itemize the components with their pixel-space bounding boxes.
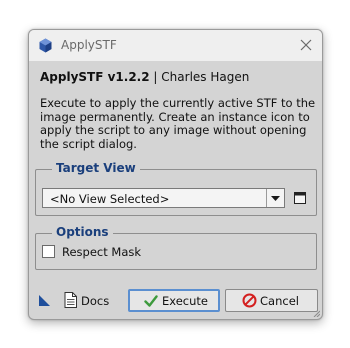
view-selector-value: <No View Selected>	[50, 192, 170, 206]
title-bar[interactable]: ApplySTF	[29, 30, 322, 61]
close-icon[interactable]	[298, 37, 314, 53]
pixinsight-logo-icon	[39, 38, 52, 53]
cancel-circle-icon	[242, 293, 257, 308]
docs-label: Docs	[81, 294, 110, 308]
applystf-dialog: ApplySTF ApplySTF v1.2.2 | Charles Hagen…	[28, 29, 323, 320]
chevron-down-icon	[271, 196, 280, 201]
script-heading: ApplySTF v1.2.2 | Charles Hagen	[40, 70, 249, 84]
window-title: ApplySTF	[61, 38, 117, 52]
execute-button[interactable]: Execute	[128, 289, 220, 312]
checkmark-icon	[144, 295, 158, 307]
script-description: Execute to apply the currently active ST…	[40, 96, 316, 151]
cancel-label: Cancel	[260, 294, 299, 308]
dropdown-button[interactable]	[266, 189, 284, 207]
cancel-button[interactable]: Cancel	[225, 289, 318, 312]
target-view-title: Target View	[52, 161, 140, 175]
view-selector-dropdown[interactable]: <No View Selected>	[42, 188, 285, 208]
resize-grip-icon[interactable]	[313, 310, 320, 317]
options-title: Options	[52, 225, 113, 239]
respect-mask-label[interactable]: Respect Mask	[62, 245, 141, 259]
respect-mask-checkbox[interactable]	[42, 245, 55, 258]
window-icon[interactable]	[294, 192, 306, 204]
target-view-group: Target View <No View Selected>	[35, 161, 317, 216]
heading-separator: |	[153, 70, 158, 84]
new-instance-triangle-icon[interactable]	[39, 295, 50, 306]
options-group: Options Respect Mask	[35, 225, 317, 270]
script-author: Charles Hagen	[161, 70, 250, 84]
document-icon	[64, 292, 77, 308]
execute-label: Execute	[162, 294, 208, 308]
script-name: ApplySTF v1.2.2	[40, 70, 150, 84]
